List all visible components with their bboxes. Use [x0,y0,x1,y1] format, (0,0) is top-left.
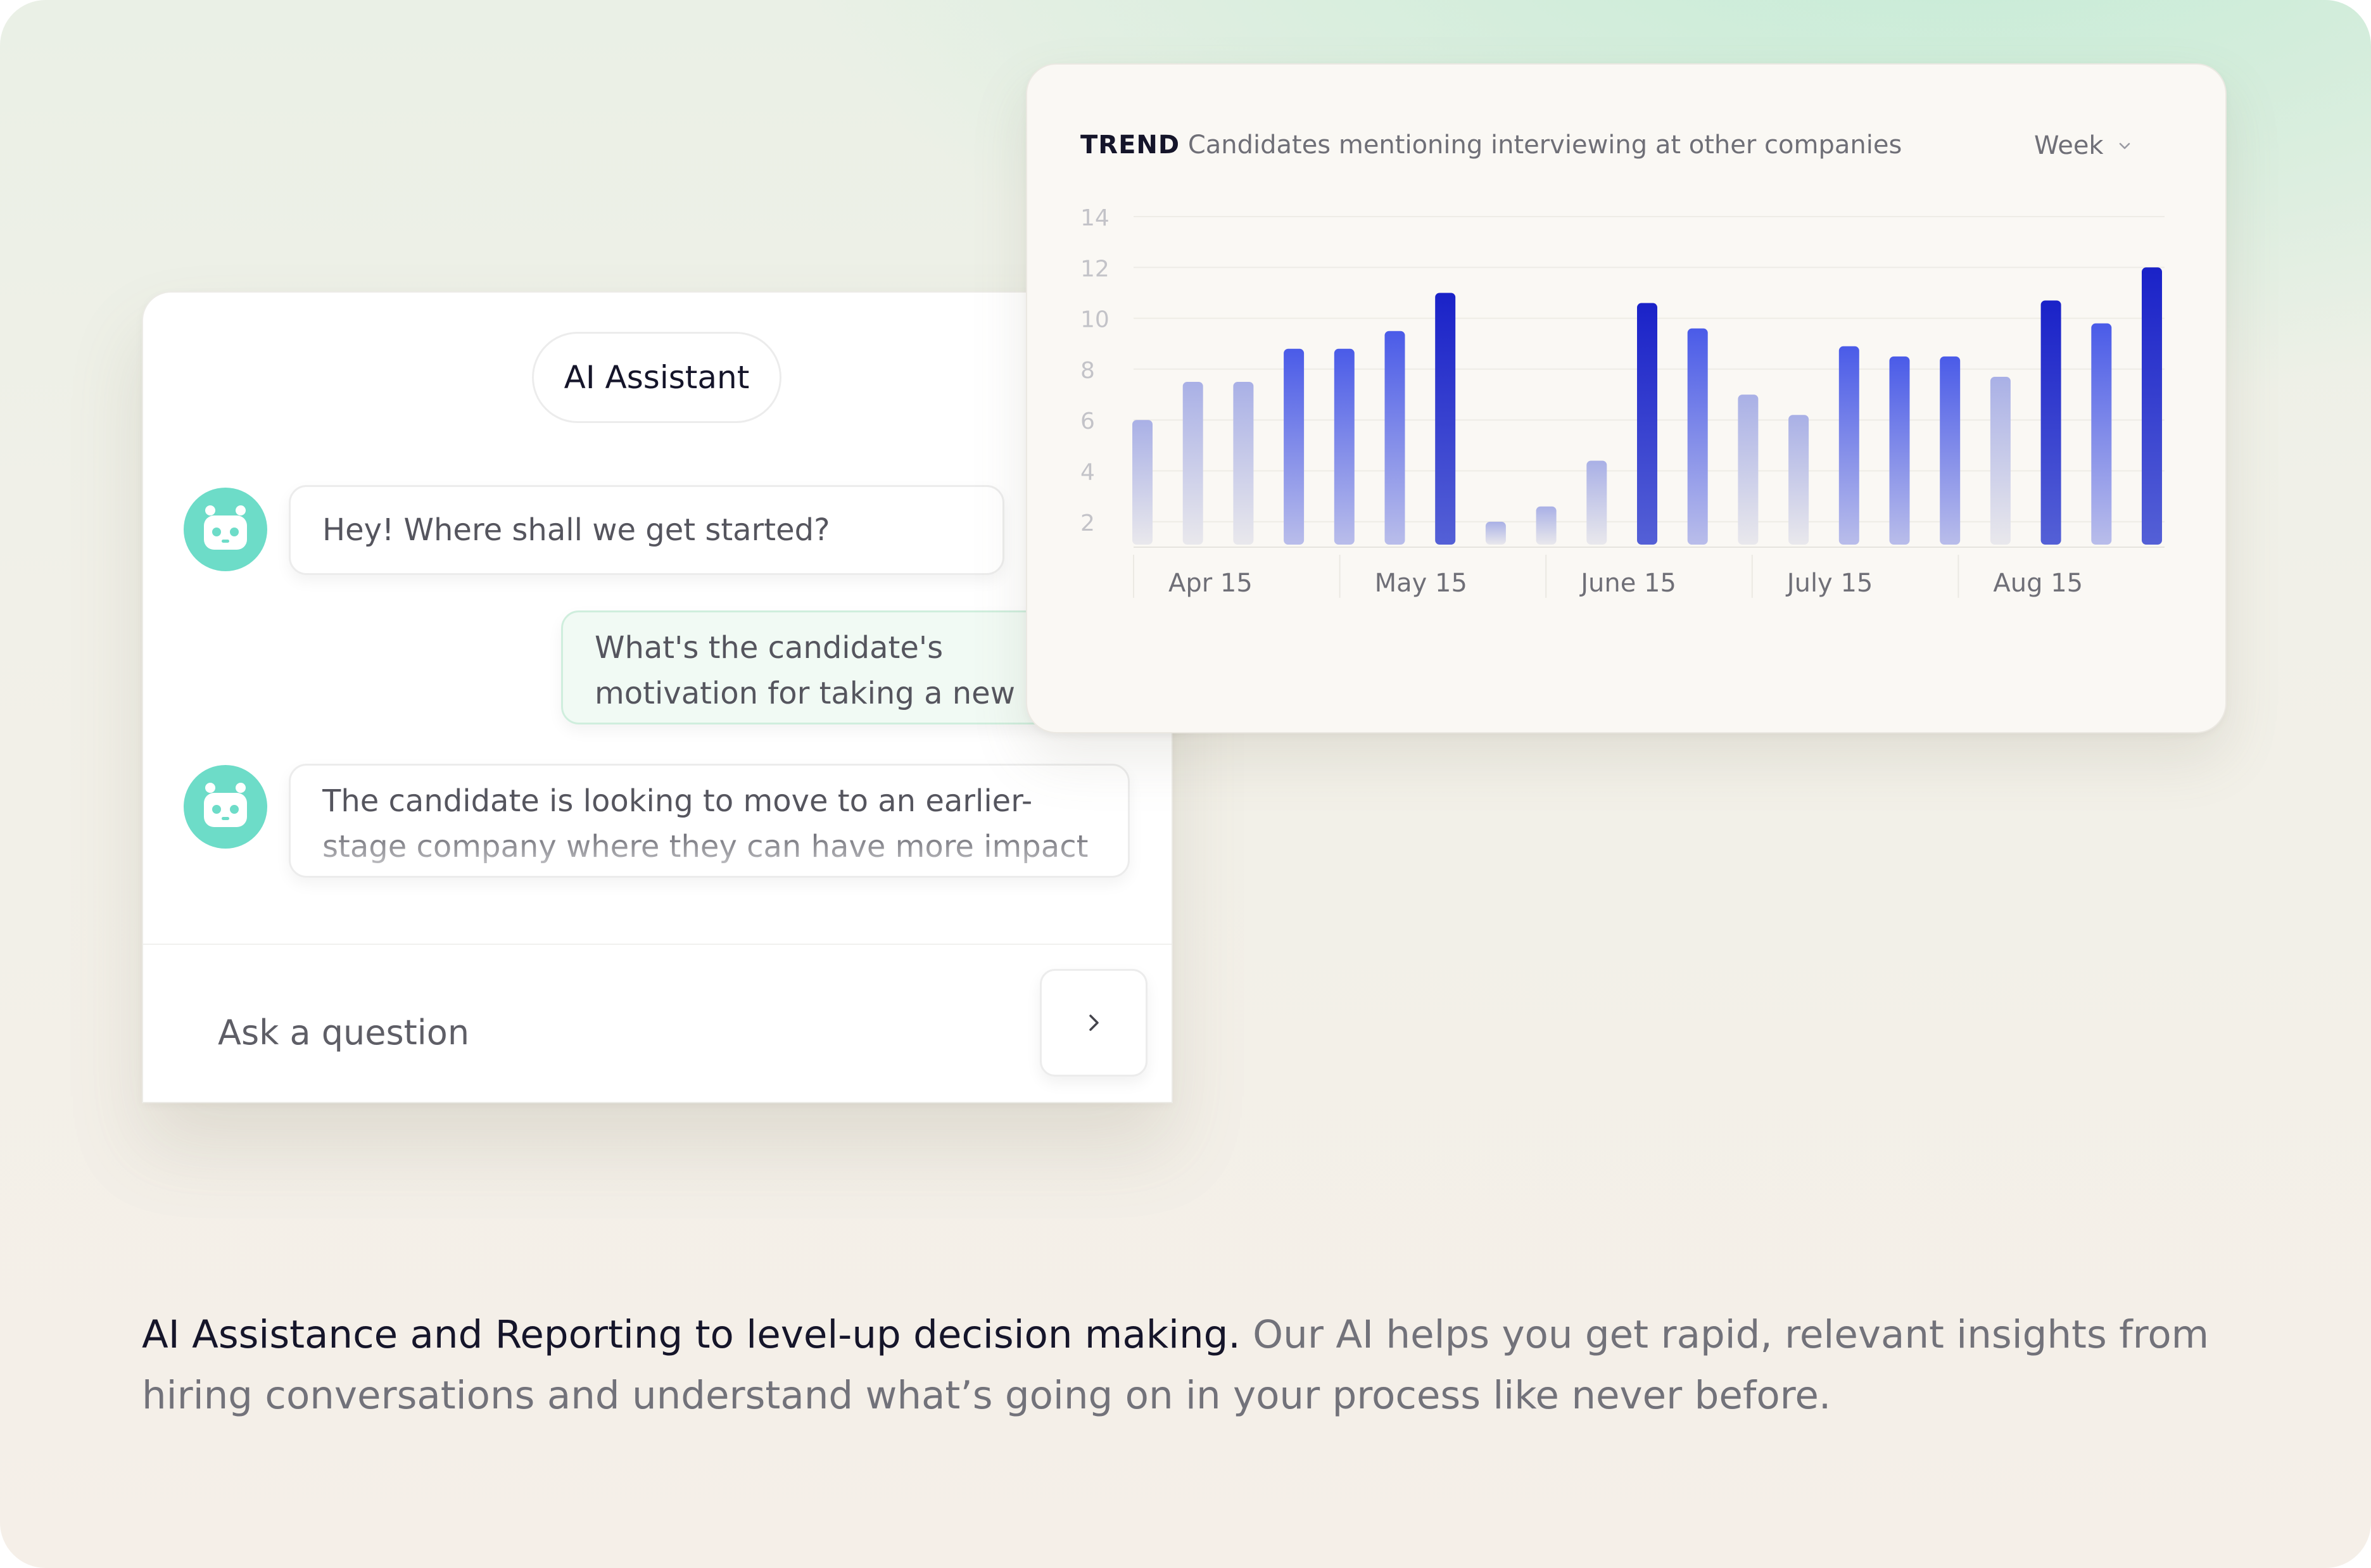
y-tick-label: 14 [1080,205,1110,231]
y-tick-label: 6 [1080,408,1095,434]
chart-bar [1132,420,1153,545]
chart-bar [1889,356,1910,545]
divider [143,944,1172,945]
chart-bar [1738,395,1759,545]
chart-bar [1284,348,1305,545]
assistant-message: Hey! Where shall we get started? [289,485,1004,575]
page-background: AI Assistant Hey! Where shall we get sta… [0,0,2371,1568]
chart-bar [1182,382,1203,545]
message-text: Hey! Where shall we get started? [322,512,830,548]
chat-title-pill: AI Assistant [532,332,781,423]
x-tick-label: June 15 [1579,569,1676,598]
x-tick-label: May 15 [1375,569,1467,598]
chat-title: AI Assistant [564,359,750,396]
chart-bar [1687,328,1708,545]
chart-bar [1788,415,1809,545]
y-tick-label: 4 [1080,460,1095,486]
robot-icon [184,765,267,849]
chart-bar [1586,460,1607,545]
message-text-line: The candidate is looking to move to an e… [322,783,1033,819]
chart-bar [1637,303,1657,545]
feature-caption: AI Assistance and Reporting to level-up … [142,1305,2232,1426]
y-tick-label: 10 [1080,307,1110,333]
x-tick-label: Apr 15 [1168,569,1253,598]
chart-bar [1990,376,2011,545]
y-tick-label: 2 [1080,510,1095,536]
chart-bar [1233,382,1254,545]
x-tick-label: July 15 [1785,569,1873,598]
x-tick-label: Aug 15 [1993,569,2083,598]
ask-question-input[interactable] [217,997,789,1068]
chart-bar [2142,267,2162,545]
message-text-block: The candidate is looking to move to an e… [322,778,1096,869]
chart-bar [1940,356,1961,545]
send-button[interactable] [1040,969,1148,1077]
chart-bar [1536,506,1557,545]
message-text-line: stage company where they can have more i… [322,829,1089,864]
trend-bar-chart: 2 4 6 8 10 12 14 Apr 15 May 15 June 15 July 15 Aug … [1080,205,2165,598]
chart-bar [2040,300,2061,545]
y-tick-label: 8 [1080,358,1095,384]
chart-bar [1334,348,1355,545]
ai-assistant-panel: AI Assistant Hey! Where shall we get sta… [142,291,1194,1103]
y-tick-label: 12 [1080,256,1110,282]
chart-bar [2091,323,2112,545]
assistant-message: The candidate is looking to move to an e… [289,764,1130,878]
chart-bar [1485,521,1506,545]
trend-panel: TREND Candidates mentioning interviewing… [1026,63,2227,733]
chart-bar [1435,293,1456,545]
chart-bar [1838,346,1859,545]
caption-lead: AI Assistance and Reporting to level-up … [142,1312,1241,1357]
robot-icon [184,488,267,571]
chart-bar [1384,331,1405,545]
chevron-right-icon [1089,1015,1099,1031]
